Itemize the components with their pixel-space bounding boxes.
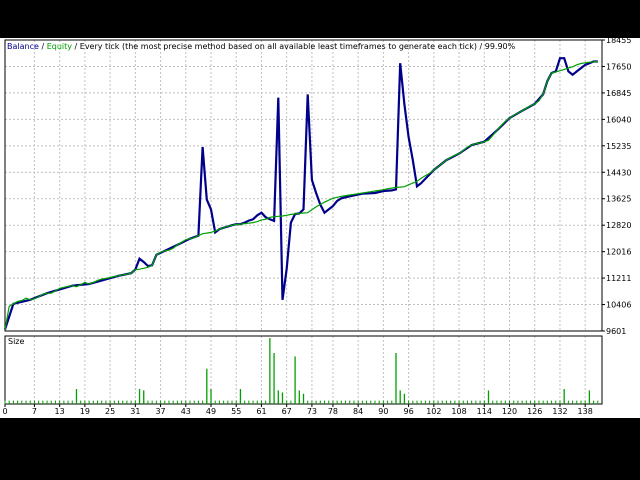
y-tick-label: 17650	[606, 62, 631, 71]
y-tick-label: 13625	[606, 195, 631, 204]
y-tick-label: 16040	[606, 115, 631, 124]
header-legend: Balance / Equity / Every tick (the most …	[7, 42, 516, 51]
x-tick-label: 120	[502, 407, 517, 416]
x-tick-label: 114	[477, 407, 492, 416]
x-tick-label: 73	[307, 407, 317, 416]
strategy-tester-report: 18455 17650 16845 16040 15235 14430 13625 12820…	[0, 36, 640, 418]
legend-description: / Every tick (the most precise method ba…	[72, 42, 516, 51]
x-tick-label: 55	[231, 407, 241, 416]
y-tick-label: 16845	[606, 89, 631, 98]
y-tick-label: 12820	[606, 221, 631, 230]
x-tick-label: 31	[130, 407, 140, 416]
x-tick-label: 108	[451, 407, 466, 416]
x-tick-label: 13	[55, 407, 65, 416]
y-tick-label: 12016	[606, 248, 631, 257]
y-tick-label: 9601	[606, 327, 626, 336]
x-tick-label: 0	[2, 407, 7, 416]
legend-equity-label: Equity	[47, 42, 73, 51]
y-tick-label: 11211	[606, 274, 631, 283]
x-tick-label: 25	[105, 407, 115, 416]
x-tick-label: 132	[552, 407, 567, 416]
x-tick-label: 96	[404, 407, 414, 416]
x-tick-label: 126	[527, 407, 542, 416]
x-tick-label: 61	[256, 407, 266, 416]
x-tick-label: 7	[32, 407, 37, 416]
y-tick-label: 18455	[606, 36, 631, 45]
x-tick-label: 67	[282, 407, 292, 416]
size-panel-label: Size	[8, 337, 25, 346]
y-tick-label: 14430	[606, 168, 631, 177]
y-tick-label: 15235	[606, 142, 631, 151]
x-tick-label: 84	[353, 407, 363, 416]
x-tick-label: 49	[206, 407, 216, 416]
x-tick-label: 78	[328, 407, 338, 416]
legend-separator: /	[39, 42, 47, 51]
x-tick-label: 43	[181, 407, 191, 416]
y-tick-label: 10406	[606, 301, 631, 310]
legend-balance-label: Balance	[7, 42, 39, 51]
x-tick-label: 19	[80, 407, 90, 416]
x-tick-label: 138	[578, 407, 593, 416]
x-tick-label: 37	[155, 407, 165, 416]
x-tick-label: 90	[378, 407, 388, 416]
x-tick-label: 102	[426, 407, 441, 416]
